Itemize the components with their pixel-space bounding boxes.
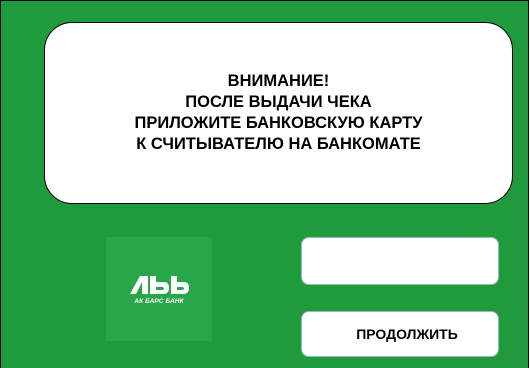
logo-caption: АК БАРС БАНК xyxy=(134,297,184,305)
warning-line-card: ПРИЛОЖИТЕ БАНКОВСКУЮ КАРТУ xyxy=(134,114,423,132)
ak-bars-logo-icon xyxy=(130,275,189,294)
warning-title: ВНИМАНИЕ! xyxy=(227,72,330,90)
atm-screen: ВНИМАНИЕ! ПОСЛЕ ВЫДАЧИ ЧЕКА ПРИЛОЖИТЕ БА… xyxy=(0,0,529,368)
warning-line-reader: К СЧИТЫВАТЕЛЮ НА БАНКОМАТЕ xyxy=(136,135,421,153)
ak-bars-bank-logo: АК БАРС БАНК xyxy=(106,237,212,341)
warning-line-receipt: ПОСЛЕ ВЫДАЧИ ЧЕКА xyxy=(185,93,372,111)
continue-button[interactable]: ПРОДОЛЖИТЬ xyxy=(301,311,499,357)
blank-button[interactable] xyxy=(301,237,499,285)
continue-button-label: ПРОДОЛЖИТЬ xyxy=(356,326,458,342)
warning-message-panel: ВНИМАНИЕ! ПОСЛЕ ВЫДАЧИ ЧЕКА ПРИЛОЖИТЕ БА… xyxy=(44,22,513,204)
